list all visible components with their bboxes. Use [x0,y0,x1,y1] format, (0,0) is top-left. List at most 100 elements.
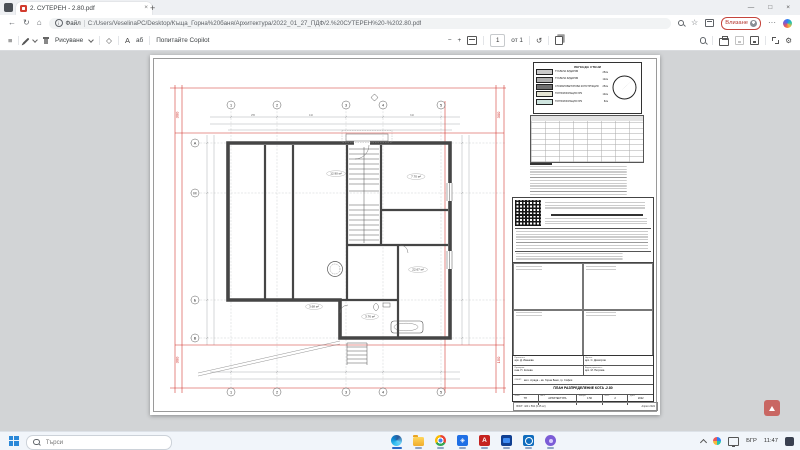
copilot-button[interactable]: Попитайте Copilot [156,37,209,44]
signature-cell [583,310,653,357]
grid-bubble-label: А [194,141,197,145]
floor-plan-svg: 255 410 310 300 300 300 150 [150,55,510,415]
zoom-in-button[interactable]: + [458,37,462,44]
pdf-viewport[interactable]: 255 410 310 300 300 300 150 [0,51,800,432]
new-tab-button[interactable]: + [150,3,155,13]
title-block: Проектант:арх. Д. Иванова Чертал:арх. С.… [512,355,654,402]
legend-row: ТУХЛЕНА ЗИДАРИЯ25см [534,69,610,76]
eraser-icon[interactable]: ◇ [106,37,112,45]
tray-overflow-icon[interactable] [700,438,707,445]
legend-swatch [536,77,553,83]
grid-bubble-label: 5 [440,390,442,394]
keyboard-language[interactable]: БГР [746,438,757,444]
favorites-star-icon[interactable]: ☆ [691,19,698,27]
search-input[interactable] [44,438,148,447]
address-url: C:/Users/VeselinaPC/Desktop/Къща_Горна%2… [88,20,422,27]
dim-label: 410 [309,114,314,117]
home-icon[interactable]: ⌂ [37,19,42,27]
back-icon[interactable]: ← [8,19,16,27]
save-icon[interactable] [735,36,744,45]
grid-bubble-label: В [194,336,197,340]
signature-cell [583,263,653,310]
taskbar-search[interactable] [26,435,172,450]
collections-icon[interactable] [705,19,714,27]
copilot-orb-icon[interactable] [783,19,792,28]
display-tray-icon[interactable] [728,437,739,446]
fullscreen-icon[interactable] [772,37,779,44]
legend-swatch [536,99,553,105]
grid-bubble-label: 4 [382,390,384,394]
taskbar: ◈ A БГР 11:47 [0,431,800,450]
start-button[interactable] [9,436,19,446]
open-in-acrobat-button[interactable] [764,400,780,416]
grid-bubble-label: 3 [345,390,347,394]
taskbar-edge-icon[interactable] [390,434,403,447]
save-as-icon[interactable] [750,36,759,45]
dim-label: 255 [251,114,256,117]
signature-cell [513,310,583,357]
print-icon[interactable] [719,38,729,46]
room-area-label: 12.90 м² [330,172,341,176]
address-bar[interactable]: i Файл C:/Users/VeselinaPC/Desktop/Къща_… [49,18,671,29]
toc-icon[interactable]: ≡ [8,37,12,45]
drawing-sheet: 255 410 310 300 300 300 150 [150,55,660,415]
grid-bubble-label: 5 [440,103,442,107]
signature-grid [512,262,654,357]
rotate-icon[interactable]: ↺ [536,37,542,45]
page-count-label: от 1 [511,37,523,44]
signature-cell [513,263,583,310]
room-area-label: 3.76 м² [365,315,375,319]
taskbar-outlook-icon[interactable] [522,434,535,447]
pdf-search-icon[interactable] [700,37,707,44]
taskbar-word-icon[interactable] [500,434,513,447]
page-number-input[interactable] [490,34,505,47]
signin-button[interactable]: Влизане [721,17,761,30]
sheet-size-label: ЛИСТ: 420 x 594 (0.25 м²) [516,405,546,408]
highlighter-icon[interactable] [43,37,49,44]
dictionary-icon[interactable]: аб [136,37,143,44]
taskbar-photos-icon[interactable]: ◈ [456,434,469,447]
read-aloud-icon[interactable]: A [125,37,130,45]
zoom-out-button[interactable]: − [448,37,452,44]
browser-tab[interactable]: 2. СУТЕРЕН - 2.80.pdf × [16,2,152,15]
pen-icon[interactable] [23,37,30,44]
draw-chevron-icon[interactable] [88,37,94,43]
exterior-stairs [198,341,367,376]
notification-center-icon[interactable] [785,437,794,446]
legend-row: ТУХЛЕНА ЗИДАРИЯ12см [534,76,610,83]
draw-button[interactable]: Рисуване [55,37,83,44]
close-button[interactable]: × [786,4,790,11]
taskbar-app-icon[interactable] [544,434,557,447]
refresh-icon[interactable]: ↻ [23,19,30,27]
edge-window: 2. СУТЕРЕН - 2.80.pdf × + — □ × ← ↻ ⌂ i … [0,0,800,450]
taskbar-file-explorer-icon[interactable] [412,434,425,447]
avatar [750,20,757,27]
taskbar-chrome-icon[interactable] [434,434,447,447]
room-area-label: 7.70 м² [411,175,421,179]
fit-page-icon[interactable] [467,36,477,45]
page-info-icon[interactable]: i [55,19,63,27]
grid-bubble-label: М [193,191,196,195]
minimize-button[interactable]: — [748,4,755,11]
page-view-icon[interactable] [555,36,563,45]
more-menu-icon[interactable]: ··· [768,19,776,27]
maximize-button[interactable]: □ [768,4,772,11]
grid-bubble-label: 1 [230,103,232,107]
pen-chevron-icon[interactable] [32,37,38,43]
defender-icon[interactable] [713,437,721,445]
legend-swatch [536,84,553,90]
gear-icon[interactable]: ⚙ [785,37,792,45]
zoom-icon[interactable] [678,20,685,27]
tab-title: 2. СУТЕРЕН - 2.80.pdf [30,5,141,12]
object-value: жил. сграда – кв. Горна Баня, гр. София [524,379,572,382]
tab-close-icon[interactable]: × [144,5,148,12]
clock[interactable]: 11:47 [764,438,778,444]
taskbar-acrobat-icon[interactable]: A [478,434,491,447]
room-schedule-table [530,115,644,163]
object-label: ОБЕКТ: [515,379,522,381]
address-prefix: Файл [66,20,81,27]
titleblock-cell: Чертал:арх. С. Димитров [584,356,654,365]
window-icon[interactable] [4,3,13,12]
setback-dim: 300 [175,111,180,118]
titleblock-cell: Проектант:арх. Д. Иванова [513,356,584,365]
